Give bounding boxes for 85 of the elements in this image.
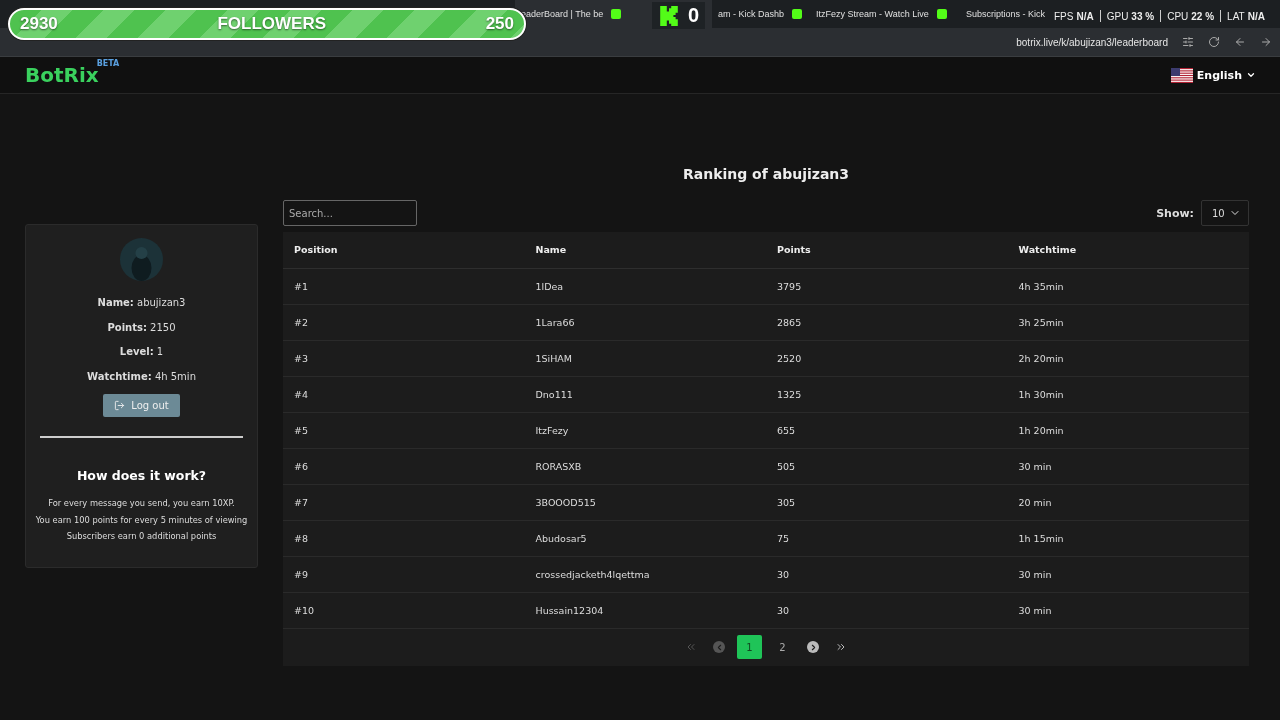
double-chevron-right-icon (835, 641, 847, 653)
table-cell: 75 (766, 520, 1008, 556)
table-cell: #5 (283, 412, 525, 448)
table-cell: 3BOOOD515 (524, 484, 766, 520)
help-text: For every message you send, you earn 10XP. (48, 497, 235, 510)
profile-field: Watchtime: 4h 5min (87, 364, 196, 389)
profile-field: Name: abujizan3 (97, 291, 186, 316)
table-cell: #10 (283, 592, 525, 628)
table-cell: 1h 30min (1007, 376, 1249, 412)
column-header[interactable]: Watchtime (1007, 232, 1249, 268)
table-cell: 30 min (1007, 448, 1249, 484)
table-cell: #8 (283, 520, 525, 556)
followers-goal: 250 (485, 14, 514, 34)
kick-logo-icon (658, 4, 680, 27)
performance-stat: CPU 22 % (1167, 10, 1215, 22)
table-cell: #6 (283, 448, 525, 484)
table-cell: 30 (766, 556, 1008, 592)
table-cell: 30 min (1007, 556, 1249, 592)
search-field[interactable]: Search... (283, 200, 417, 226)
table-cell: 1325 (766, 376, 1008, 412)
table-cell: 1h 15min (1007, 520, 1249, 556)
table-cell: ItzFezy (524, 412, 766, 448)
table-cell: 3795 (766, 268, 1008, 304)
table-cell: 1SiHAM (524, 340, 766, 376)
table-cell: 1h 20min (1007, 412, 1249, 448)
chevron-left-icon (713, 641, 725, 653)
performance-stat: LAT N/A (1227, 10, 1265, 22)
table-cell: crossedjacketh4lqettma (524, 556, 766, 592)
browser-tab[interactable]: am - Kick Dashb (712, 0, 810, 28)
table-cell: 1lDea (524, 268, 766, 304)
table-cell: RORASXB (524, 448, 766, 484)
back-icon[interactable] (1234, 36, 1246, 48)
column-header[interactable]: Position (283, 232, 525, 268)
flag-icon (1170, 67, 1193, 83)
table-cell: 30 (766, 592, 1008, 628)
double-chevron-left-icon (685, 641, 697, 653)
performance-stat: GPU 33 % (1106, 10, 1155, 22)
table-cell: 1Lara66 (524, 304, 766, 340)
logout-icon (114, 400, 126, 411)
table-cell: #3 (283, 340, 525, 376)
avatar (120, 238, 163, 281)
table-cell: #1 (283, 268, 525, 304)
table-cell: 2520 (766, 340, 1008, 376)
show-label: Show: (1156, 206, 1194, 220)
profile-field: Points: 2150 (107, 315, 176, 340)
table-cell: 505 (766, 448, 1008, 484)
table-cell: 20 min (1007, 484, 1249, 520)
followers-label: FOLLOWERS (217, 14, 327, 34)
forward-icon[interactable] (1260, 36, 1272, 48)
language-selector[interactable]: English (1170, 67, 1256, 83)
reload-icon[interactable] (1208, 36, 1220, 48)
browser-tab[interactable]: ItzFezy Stream - Watch Live (810, 0, 960, 28)
table-cell: 4h 35min (1007, 268, 1249, 304)
beta-label: BETA (96, 59, 120, 68)
page-button[interactable]: 1 (737, 635, 762, 659)
address-bar[interactable]: botrix.live/k/abujizan3/leaderboard (1016, 36, 1168, 48)
performance-stat: FPS N/A (1054, 10, 1094, 22)
viewer-count: 0 (688, 4, 700, 27)
chevron-down-icon (1246, 70, 1256, 80)
column-header[interactable]: Points (766, 232, 1008, 268)
table-cell: #9 (283, 556, 525, 592)
table-cell: 655 (766, 412, 1008, 448)
page-button[interactable]: 2 (770, 635, 795, 659)
profile-field: Level: 1 (119, 340, 164, 365)
page-size-select[interactable]: 10 (1201, 200, 1249, 226)
table-cell: 305 (766, 484, 1008, 520)
table-cell: #7 (283, 484, 525, 520)
table-cell: Abudosar5 (524, 520, 766, 556)
table-cell: Hussain12304 (524, 592, 766, 628)
column-header[interactable]: Name (524, 232, 766, 268)
table-cell: #4 (283, 376, 525, 412)
table-cell: 2h 20min (1007, 340, 1249, 376)
chevron-right-icon (807, 641, 819, 653)
table-cell: 3h 25min (1007, 304, 1249, 340)
table-cell: #2 (283, 304, 525, 340)
help-text: Subscribers earn 0 additional points (66, 530, 217, 543)
help-text: You earn 100 points for every 5 minutes of viewing (35, 513, 248, 527)
table-cell: 30 min (1007, 592, 1249, 628)
help-title: How does it work? (76, 468, 207, 483)
browser-tab[interactable]: Subscriptions - Kick (960, 0, 1050, 28)
page-title: Ranking of abujizan3 (681, 166, 851, 184)
table-cell: Dno111 (524, 376, 766, 412)
table-cell: 2865 (766, 304, 1008, 340)
settings-icon[interactable] (1182, 36, 1194, 48)
followers-count: 2930 (20, 14, 58, 34)
